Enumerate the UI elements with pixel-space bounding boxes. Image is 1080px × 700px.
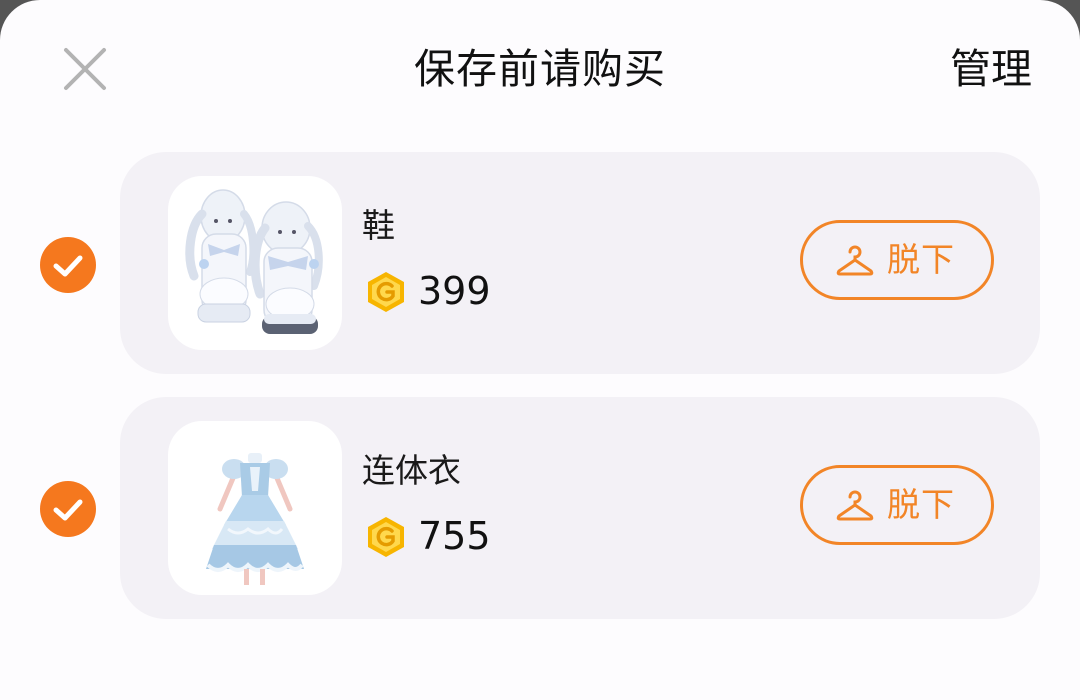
purchase-sheet: 保存前请购买 管理 鞋 399 脱下 连体衣 755 脱下	[0, 0, 1080, 700]
page-title: 保存前请购买	[414, 45, 666, 93]
item-card: 连体衣 755 脱下	[120, 397, 1040, 619]
undress-button[interactable]: 脱下	[800, 465, 994, 545]
bunny-boots-image	[185, 189, 323, 334]
undress-label: 脱下	[887, 240, 955, 279]
item-thumbnail-lolita-dress[interactable]	[168, 421, 342, 595]
manage-button[interactable]: 管理	[950, 42, 1032, 96]
item-checkbox-checked[interactable]	[40, 237, 96, 293]
blue-lolita-dress-image	[206, 453, 304, 585]
item-price: 755	[418, 514, 491, 558]
item-card: 鞋 399 脱下	[120, 152, 1040, 374]
checkmark-icon	[53, 499, 83, 521]
item-thumbnail-bunny-boots[interactable]	[168, 176, 342, 350]
item-name: 连体衣	[362, 451, 461, 490]
sheet-header: 保存前请购买 管理	[0, 0, 1080, 140]
list-item: 鞋 399 脱下	[0, 152, 1080, 374]
hanger-icon	[836, 245, 874, 276]
coin-icon	[368, 517, 404, 557]
checkmark-icon	[53, 255, 83, 277]
list-item: 连体衣 755 脱下	[0, 397, 1080, 619]
undress-label: 脱下	[887, 485, 955, 524]
item-checkbox-checked[interactable]	[40, 481, 96, 537]
coin-icon	[368, 272, 404, 312]
item-price: 399	[418, 269, 491, 313]
hanger-icon	[836, 490, 874, 521]
undress-button[interactable]: 脱下	[800, 220, 994, 300]
item-name: 鞋	[362, 206, 395, 245]
